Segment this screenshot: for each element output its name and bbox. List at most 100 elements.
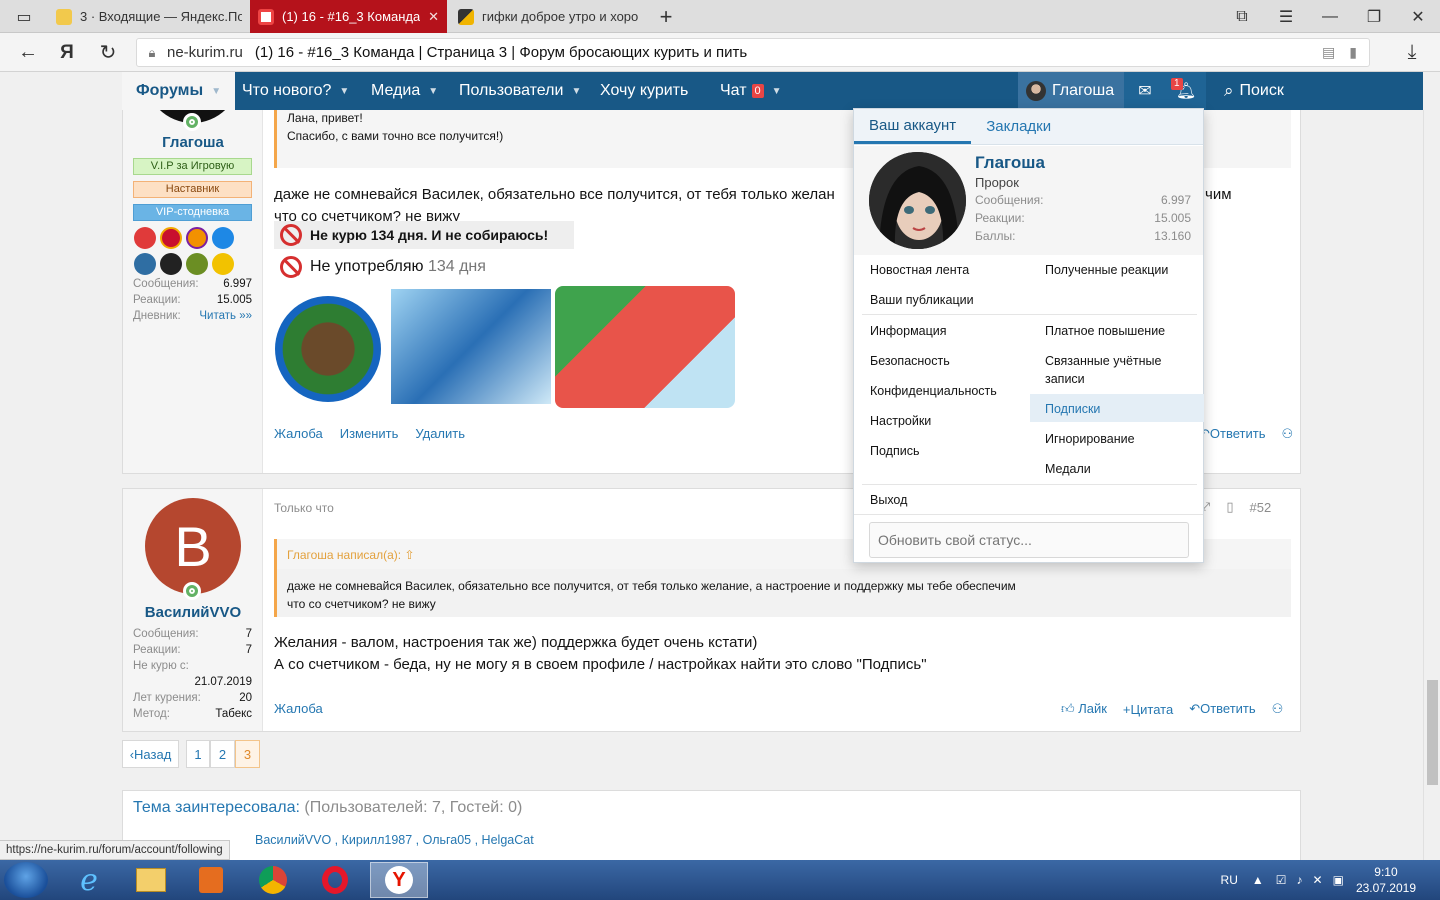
page-link[interactable]: 1 bbox=[186, 740, 210, 768]
nav-search[interactable]: ⌕ Поиск bbox=[1224, 72, 1284, 110]
chrome-icon[interactable] bbox=[244, 862, 302, 898]
share-icon[interactable]: ⤤ bbox=[1203, 499, 1210, 515]
caret-down-icon[interactable]: ▼ bbox=[571, 86, 581, 97]
nav-whats-new[interactable]: Что нового? ▼ bbox=[242, 72, 349, 110]
language-indicator[interactable]: RU bbox=[1221, 873, 1238, 887]
nav-user-account[interactable]: Глагоша bbox=[1018, 72, 1125, 110]
award-icon[interactable] bbox=[134, 253, 156, 275]
menu-account-upgrades[interactable]: Платное повышение bbox=[1045, 324, 1165, 338]
minimize-icon[interactable]: — bbox=[1308, 0, 1352, 33]
reader-mode-icon[interactable]: ▤ bbox=[1322, 44, 1335, 61]
report-link[interactable]: Жалоба bbox=[274, 701, 323, 716]
nav-forums[interactable]: Форумы ▼ bbox=[122, 72, 236, 110]
medal-award-icon[interactable] bbox=[212, 253, 234, 275]
browser-tab-mail[interactable]: 3 · Входящие — Яндекс.По bbox=[48, 0, 250, 33]
menu-privacy[interactable]: Конфиденциальность bbox=[870, 384, 997, 398]
diary-link[interactable]: Читать »» bbox=[199, 310, 252, 322]
browser-tab-forum[interactable]: (1) 16 - #16_3 Команда ✕ bbox=[250, 0, 447, 33]
close-window-icon[interactable]: ✕ bbox=[1396, 0, 1440, 33]
alerts-bell-icon[interactable]: 1 🔔︎ bbox=[1166, 72, 1206, 110]
post-username[interactable]: ВасилийVVO bbox=[123, 604, 263, 621]
quote-link[interactable]: +Цитата bbox=[1123, 702, 1173, 717]
inbox-icon[interactable]: ✉ bbox=[1124, 72, 1166, 110]
volume-icon[interactable]: ♪ bbox=[1297, 873, 1303, 887]
status-input[interactable] bbox=[869, 522, 1189, 558]
menu-your-content[interactable]: Ваши публикации bbox=[870, 293, 974, 307]
award-icon[interactable] bbox=[160, 227, 182, 249]
award-icon[interactable] bbox=[186, 227, 208, 249]
menu-signature[interactable]: Подпись bbox=[870, 444, 919, 458]
yandex-logo-icon[interactable]: Я bbox=[48, 33, 86, 72]
user-icon[interactable]: ⚇ bbox=[1272, 701, 1284, 717]
caret-down-icon[interactable]: ▼ bbox=[428, 86, 438, 97]
scrollbar-thumb[interactable] bbox=[1427, 680, 1438, 785]
page-current[interactable]: 3 bbox=[235, 740, 260, 768]
tabs-panel-icon[interactable]: ▭ bbox=[2, 0, 46, 33]
post-time[interactable]: Только что bbox=[274, 501, 334, 515]
menu-following[interactable]: Подписки bbox=[1030, 394, 1204, 422]
tab-bookmarks[interactable]: Закладки bbox=[971, 109, 1066, 144]
download-icon[interactable]: ⤓ bbox=[1393, 33, 1431, 72]
nav-media[interactable]: Медиа ▼ bbox=[371, 72, 438, 110]
page-prev-button[interactable]: ‹ Назад bbox=[122, 740, 179, 768]
post-username[interactable]: Глагоша bbox=[123, 134, 263, 151]
reload-icon[interactable]: ↻ bbox=[89, 33, 127, 72]
tray-x-icon[interactable]: ✕ bbox=[1313, 873, 1323, 887]
watchers-names[interactable]: ВасилийVVO , Кирилл1987 , Ольга05 , Helg… bbox=[255, 833, 534, 847]
url-field[interactable]: 🔒︎ ne-kurim.ru (1) 16 - #16_3 Команда | … bbox=[136, 38, 1370, 67]
nav-members[interactable]: Пользователи ▼ bbox=[459, 72, 581, 110]
browser-tab-gifs[interactable]: гифки доброе утро и хоро bbox=[450, 0, 650, 33]
delete-link[interactable]: Удалить bbox=[415, 426, 465, 441]
reply-link[interactable]: ↶Ответить bbox=[1199, 426, 1265, 442]
new-tab-button[interactable]: + bbox=[644, 0, 688, 33]
user-avatar[interactable]: В bbox=[145, 498, 241, 594]
menu-logout[interactable]: Выход bbox=[870, 493, 907, 507]
explorer-icon[interactable] bbox=[122, 862, 180, 898]
post-number[interactable]: #52 bbox=[1249, 500, 1271, 515]
edit-link[interactable]: Изменить bbox=[340, 426, 399, 441]
award-icon[interactable] bbox=[186, 253, 208, 275]
menu-icon[interactable]: ☰ bbox=[1264, 0, 1308, 33]
close-tab-icon[interactable]: ✕ bbox=[428, 9, 439, 25]
menu-account-details[interactable]: Информация bbox=[870, 324, 947, 338]
ie-icon[interactable]: e bbox=[60, 862, 118, 898]
opera-icon[interactable] bbox=[306, 862, 364, 898]
bookmarks-icon[interactable]: ⧉ bbox=[1220, 0, 1264, 33]
page-link[interactable]: 2 bbox=[210, 740, 235, 768]
network-icon[interactable]: ▣ bbox=[1333, 873, 1344, 887]
yandex-browser-icon[interactable]: Y bbox=[370, 862, 428, 898]
start-button[interactable] bbox=[4, 862, 48, 898]
menu-connected-accounts-line2[interactable]: записи bbox=[1045, 372, 1085, 386]
menu-reactions-received[interactable]: Полученные реакции bbox=[1045, 263, 1168, 277]
menu-security[interactable]: Безопасность bbox=[870, 354, 950, 368]
bookmark-post-icon[interactable]: ▯ bbox=[1226, 499, 1233, 515]
nav-chat[interactable]: Чат 0 ▼ bbox=[720, 72, 782, 110]
back-icon[interactable]: ← bbox=[9, 33, 47, 72]
caret-down-icon[interactable]: ▼ bbox=[772, 86, 782, 97]
account-name[interactable]: Глагоша bbox=[975, 153, 1045, 173]
clock[interactable]: 9:10 23.07.2019 bbox=[1356, 864, 1416, 896]
menu-preferences[interactable]: Настройки bbox=[870, 414, 931, 428]
bookmark-icon[interactable]: ▮ bbox=[1349, 44, 1357, 61]
reply-link[interactable]: ↶Ответить bbox=[1189, 701, 1255, 717]
nav-want-smoke[interactable]: Хочу курить bbox=[600, 72, 688, 110]
award-icon[interactable] bbox=[212, 227, 234, 249]
page-scrollbar[interactable] bbox=[1423, 110, 1440, 860]
menu-ignoring[interactable]: Игнорирование bbox=[1045, 432, 1135, 446]
tray-expand-icon[interactable]: ▲ bbox=[1252, 873, 1264, 887]
user-icon[interactable]: ⚇ bbox=[1281, 426, 1293, 442]
quote-author[interactable]: Глагоша написал(а): ⇧ bbox=[287, 548, 415, 562]
menu-news-feed[interactable]: Новостная лента bbox=[870, 263, 969, 277]
yandex-tray-icon[interactable]: ☑ bbox=[1276, 873, 1287, 887]
award-icon[interactable] bbox=[134, 227, 156, 249]
media-player-icon[interactable] bbox=[182, 862, 240, 898]
caret-down-icon[interactable]: ▼ bbox=[211, 86, 221, 97]
menu-connected-accounts[interactable]: Связанные учётные bbox=[1045, 354, 1161, 368]
hand-award-icon[interactable] bbox=[160, 253, 182, 275]
account-avatar[interactable] bbox=[869, 152, 966, 249]
menu-medals[interactable]: Медали bbox=[1045, 462, 1091, 476]
like-link[interactable]: 👍︎ Лайк bbox=[1061, 701, 1107, 717]
restore-icon[interactable]: ❐ bbox=[1352, 0, 1396, 33]
report-link[interactable]: Жалоба bbox=[274, 426, 323, 441]
tab-your-account[interactable]: Ваш аккаунт bbox=[854, 109, 972, 144]
